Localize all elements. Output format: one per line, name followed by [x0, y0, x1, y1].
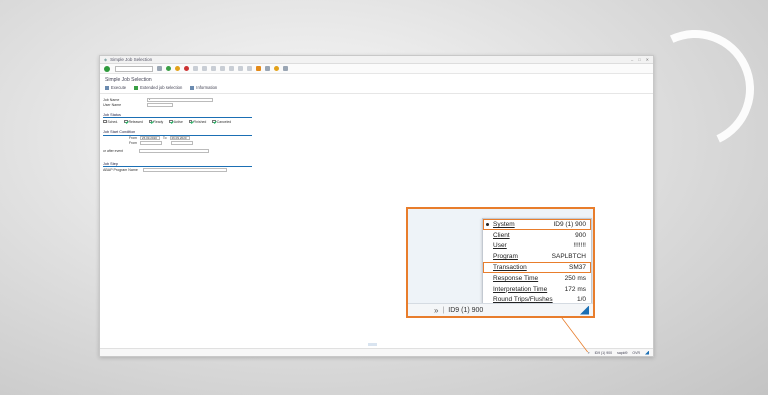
checkbox-icon	[103, 119, 107, 124]
popup-item-system[interactable]: System ID9 (1) 900	[483, 219, 591, 230]
information-button[interactable]: Information	[190, 85, 217, 90]
user-name-input[interactable]	[147, 103, 173, 107]
status-bar-corner-icon	[645, 350, 649, 355]
job-name-row: Job Name *	[103, 97, 252, 102]
save-icon[interactable]	[157, 66, 162, 71]
event-row: or after event	[103, 149, 252, 154]
status-corner-icon	[580, 305, 589, 315]
cancel-icon[interactable]	[184, 66, 189, 71]
command-field[interactable]	[115, 65, 153, 72]
enter-check-icon[interactable]	[104, 65, 110, 72]
popup-item-client[interactable]: Client 900	[483, 230, 591, 241]
date-from-input[interactable]: 26.09.2020	[139, 136, 160, 140]
next-page-icon[interactable]	[238, 66, 243, 71]
popup-item-value: ID9 (1) 900	[553, 220, 586, 228]
extended-job-selection-button[interactable]: Extended job selection	[134, 85, 182, 90]
popup-item-label: Interpretation Time	[493, 285, 548, 293]
back-icon[interactable]	[166, 66, 171, 71]
checkbox-icon	[124, 119, 128, 124]
popup-item-user[interactable]: User!!!!!!!	[483, 241, 591, 252]
date-to-input[interactable]: 26.09.2020	[169, 136, 190, 140]
to-label: To	[162, 136, 167, 140]
popup-item-interpretation-time[interactable]: Interpretation Time 172 ms	[483, 284, 591, 295]
find-icon[interactable]	[202, 66, 207, 71]
last-page-icon[interactable]	[247, 66, 252, 71]
time-from-label: From	[129, 141, 137, 145]
expand-chevron-icon[interactable]: »	[434, 306, 438, 315]
popup-item-program[interactable]: Program SAPLBTCH	[483, 251, 591, 262]
extended-selection-icon	[134, 85, 139, 90]
status-active-checkbox[interactable]: Active	[169, 120, 183, 124]
time-from-input[interactable]	[139, 141, 162, 145]
checkbox-icon	[188, 119, 193, 124]
popup-item-value: SM37	[569, 264, 586, 272]
sap-logo-icon: ◆	[104, 57, 108, 62]
popup-item-label: Program	[493, 253, 518, 261]
from-label: From	[129, 136, 137, 140]
job-status-checkboxes: Sched. Released Ready Active Finished Ca…	[103, 118, 252, 125]
popup-item-value: 172 ms	[564, 285, 586, 293]
popup-item-label: Response Time	[493, 274, 539, 282]
scroll-indicator[interactable]	[368, 343, 377, 346]
or-after-event-label: or after event	[103, 149, 123, 153]
status-sched-checkbox[interactable]: Sched.	[103, 120, 118, 124]
new-session-icon[interactable]	[256, 66, 261, 71]
user-name-label: User Name	[103, 103, 122, 107]
application-toolbar: Execute Extended job selection Informati…	[100, 84, 653, 94]
abap-program-label: ABAP Program Name	[103, 167, 138, 172]
execute-icon	[105, 85, 109, 90]
zoomed-status-bar-callout: System ID9 (1) 900 Client 900 User!!!!!!! Pro…	[406, 207, 595, 318]
status-canceled-checkbox[interactable]: Canceled	[212, 120, 231, 124]
checkbox-icon	[148, 119, 153, 124]
maximize-icon[interactable]: □	[638, 57, 640, 62]
popup-item-label: User	[493, 242, 507, 250]
standard-toolbar	[100, 64, 653, 74]
popup-item-value: 250 ms	[564, 274, 586, 282]
popup-item-label: Client	[493, 231, 510, 239]
job-name-label: Job Name	[103, 97, 120, 102]
popup-item-transaction[interactable]: Transaction SM37	[483, 262, 591, 273]
popup-item-value: !!!!!!!	[573, 242, 586, 250]
execute-button[interactable]: Execute	[105, 85, 126, 90]
minimize-icon[interactable]: –	[631, 57, 633, 62]
zoomed-status-bar: » | ID9 (1) 900	[408, 303, 593, 316]
popup-item-response-time[interactable]: Response Time 250 ms	[483, 273, 591, 284]
status-bar-mode[interactable]: OVR	[632, 351, 640, 355]
popup-item-label: Transaction	[493, 264, 527, 272]
first-page-icon[interactable]	[220, 66, 225, 71]
window-title: Simple Job Selection	[110, 57, 153, 62]
page-title: Simple Job Selection	[105, 77, 152, 83]
checkbox-icon	[212, 119, 216, 124]
exit-icon[interactable]	[175, 66, 180, 71]
checkbox-icon	[169, 119, 173, 124]
system-info-popup: System ID9 (1) 900 Client 900 User!!!!!!! Pro…	[482, 218, 592, 307]
time-to-input[interactable]	[170, 141, 193, 145]
customize-layout-icon[interactable]	[283, 66, 288, 71]
status-released-checkbox[interactable]: Released	[124, 120, 143, 124]
find-next-icon[interactable]	[211, 66, 216, 71]
popup-item-label: System	[493, 220, 515, 228]
window-controls: – □ ✕	[631, 57, 649, 62]
event-select[interactable]	[138, 149, 209, 153]
print-icon[interactable]	[193, 66, 198, 71]
abap-program-row: ABAP Program Name	[103, 167, 252, 172]
popup-item-value: SAPLBTCH	[551, 253, 586, 261]
shortcut-icon[interactable]	[265, 66, 270, 71]
status-ready-checkbox[interactable]: Ready	[148, 119, 163, 124]
information-icon	[190, 85, 195, 90]
popup-item-value: 900	[575, 231, 586, 239]
prev-page-icon[interactable]	[229, 66, 234, 71]
user-name-row: User Name	[103, 103, 252, 108]
job-name-input[interactable]: *	[147, 97, 213, 102]
zoomed-system-text[interactable]: ID9 (1) 900	[448, 307, 483, 314]
selection-form: Job Name * User Name Job Status Sched. R…	[100, 94, 255, 176]
help-icon[interactable]	[274, 66, 279, 71]
status-finished-checkbox[interactable]: Finished	[188, 119, 206, 124]
close-icon[interactable]: ✕	[646, 57, 649, 62]
abap-program-input[interactable]	[143, 167, 227, 172]
window-titlebar: ◆ Simple Job Selection – □ ✕	[100, 56, 653, 64]
separator: |	[442, 306, 445, 314]
status-bar: » ID9 (1) 900 sapid9 OVR	[100, 348, 653, 356]
